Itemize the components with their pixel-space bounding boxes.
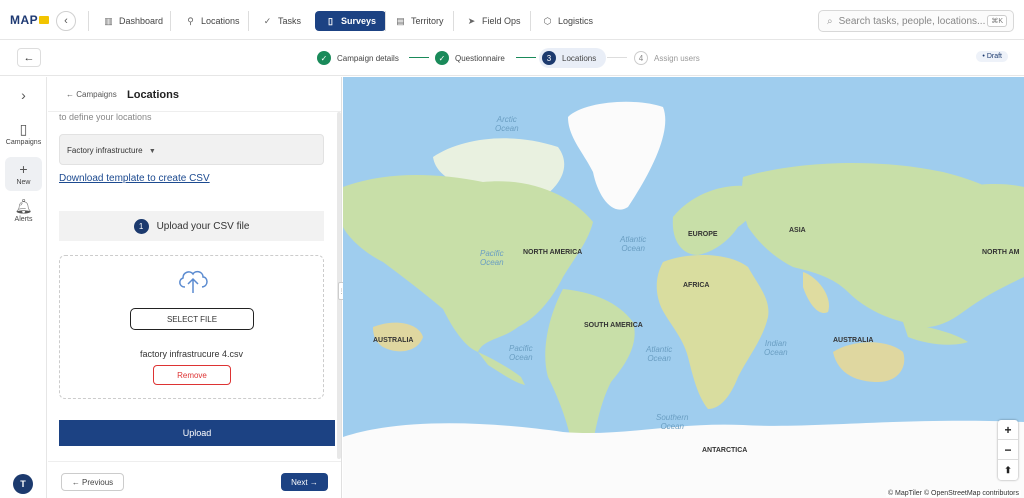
bar-chart-icon: ▥ bbox=[104, 15, 113, 26]
continent-label: ANTARCTICA bbox=[702, 447, 748, 454]
search-icon: ⌕ bbox=[827, 15, 833, 27]
box-icon: ⬡ bbox=[543, 15, 552, 26]
nav-logistics[interactable]: ⬡ Logistics bbox=[542, 12, 593, 30]
breadcrumb[interactable]: ← Campaigns bbox=[66, 90, 117, 99]
caret-down-icon: ▼ bbox=[148, 148, 156, 155]
nav-territory[interactable]: ▤ Territory bbox=[395, 12, 443, 30]
nav-tasks[interactable]: ✓ Tasks bbox=[262, 12, 301, 30]
category-select[interactable]: Factory infrastructure ▼ bbox=[59, 134, 324, 165]
cloud-upload-icon bbox=[179, 270, 208, 293]
plus-icon: + bbox=[19, 161, 28, 177]
continent-label: NORTH AMERICA bbox=[523, 249, 583, 256]
select-file-button[interactable]: SELECT FILE bbox=[130, 308, 254, 330]
divider bbox=[170, 11, 171, 31]
selected-file-name: factory infrastrucure 4.csv bbox=[139, 349, 244, 359]
nav-dashboard[interactable]: ▥ Dashboard bbox=[103, 12, 163, 30]
continent-label: AUSTRALIA bbox=[373, 337, 414, 344]
australia-shape bbox=[833, 342, 905, 382]
wizard-stepper: ← ✓ Campaign details ✓ Questionnaire 3 Loca… bbox=[0, 40, 1024, 76]
avatar[interactable]: T bbox=[13, 474, 33, 494]
page-title: Locations bbox=[127, 89, 179, 101]
upload-button[interactable]: Upload bbox=[59, 420, 335, 446]
step-campaign-details[interactable]: ✓ Campaign details bbox=[317, 48, 399, 68]
step-connector bbox=[607, 57, 627, 58]
ocean-label: Atlantic Ocean bbox=[620, 235, 647, 253]
rail-alerts[interactable]: 🔔︎ Alerts bbox=[5, 198, 42, 226]
top-navigation-bar: MAP ‹ ▥ Dashboard ⚲ Locations ✓ Tasks ▯ Surv… bbox=[0, 0, 1024, 40]
back-button[interactable]: ← bbox=[17, 48, 41, 67]
continent-label: NORTH AM bbox=[982, 249, 1020, 256]
world-map[interactable]: Arctic Ocean Pacific Ocean Atlantic Ocean P… bbox=[343, 77, 1024, 498]
left-rail: › ▯ Campaigns + New 🔔︎ Alerts T bbox=[0, 77, 47, 498]
remove-file-button[interactable]: Remove bbox=[153, 365, 231, 385]
clipboard-icon: ▯ bbox=[328, 15, 333, 26]
greenland-shape bbox=[568, 101, 666, 210]
rail-new[interactable]: + New bbox=[5, 157, 42, 191]
ocean-label: Arctic Ocean bbox=[495, 115, 519, 133]
ocean-label: Atlantic Ocean bbox=[646, 345, 673, 363]
panel-footer: ← Previous Next → bbox=[48, 461, 341, 498]
nav-locations[interactable]: ⚲ Locations bbox=[185, 12, 239, 30]
pin-icon: ⚲ bbox=[187, 15, 194, 26]
helper-text: to define your locations bbox=[59, 112, 152, 122]
step-connector bbox=[409, 57, 429, 58]
divider bbox=[453, 11, 454, 31]
step-questionnaire[interactable]: ✓ Questionnaire bbox=[435, 48, 505, 68]
check-icon: ✓ bbox=[263, 15, 272, 26]
locations-panel: to define your locations ← Campaigns Loc… bbox=[48, 77, 342, 498]
antarctica-shape bbox=[343, 420, 1024, 498]
chevron-right-icon: › bbox=[21, 87, 26, 103]
ocean-label: Pacific Ocean bbox=[480, 249, 504, 267]
collapse-sidebar-button[interactable]: ‹ bbox=[56, 11, 76, 31]
divider bbox=[88, 11, 89, 31]
download-template-link[interactable]: Download template to create CSV bbox=[59, 173, 210, 184]
zoom-out-button[interactable]: − bbox=[998, 440, 1018, 460]
ocean-label: Indian Ocean bbox=[764, 339, 788, 357]
bell-icon: 🔔︎ bbox=[14, 198, 33, 214]
step-connector bbox=[516, 57, 536, 58]
rail-campaigns[interactable]: ▯ Campaigns bbox=[5, 121, 42, 151]
arrow-left-icon: ← bbox=[23, 51, 35, 64]
map-icon: ▤ bbox=[396, 15, 405, 26]
upload-step-header: 1 Upload your CSV file bbox=[59, 211, 324, 241]
send-icon: ➤ bbox=[467, 15, 476, 26]
global-search-input[interactable]: ⌕ Search tasks, people, locations... ⌘K bbox=[818, 10, 1014, 32]
divider bbox=[530, 11, 531, 31]
app-logo[interactable]: MAP bbox=[10, 13, 50, 27]
expand-rail-button[interactable]: › bbox=[5, 87, 42, 105]
nav-field-ops[interactable]: ➤ Field Ops bbox=[466, 12, 521, 30]
step-locations[interactable]: 3 Locations bbox=[539, 48, 607, 68]
status-badge: • Draft bbox=[976, 51, 1008, 62]
check-circle-icon: ✓ bbox=[435, 51, 449, 65]
continent-label: ASIA bbox=[789, 227, 806, 234]
africa-shape bbox=[656, 255, 769, 409]
step-number-badge: 1 bbox=[133, 218, 149, 234]
continent-label: SOUTH AMERICA bbox=[584, 322, 643, 329]
compass-icon[interactable]: ⬆ bbox=[998, 460, 1018, 480]
next-button[interactable]: Next → bbox=[281, 473, 328, 491]
map-attribution[interactable]: © MapTiler © OpenStreetMap contributors bbox=[885, 490, 1021, 497]
continent-label: AUSTRALIA bbox=[833, 337, 874, 344]
zoom-controls: + − ⬆ bbox=[998, 420, 1018, 480]
previous-button[interactable]: ← Previous bbox=[61, 473, 124, 491]
chevron-left-icon: ‹ bbox=[64, 15, 68, 27]
ocean-label: Southern Ocean bbox=[656, 413, 689, 431]
divider bbox=[385, 11, 386, 31]
continent-label: AFRICA bbox=[683, 282, 710, 289]
ocean-label: Pacific Ocean bbox=[509, 344, 533, 362]
clipboard-icon: ▯ bbox=[19, 121, 28, 137]
nav-surveys[interactable]: ▯ Surveys bbox=[315, 11, 387, 31]
shortcut-hint: ⌘K bbox=[987, 15, 1007, 27]
step-assign-users[interactable]: 4 Assign users bbox=[634, 48, 700, 68]
panel-header: ← Campaigns Locations bbox=[48, 77, 341, 112]
continent-label: EUROPE bbox=[688, 231, 718, 238]
india-shape bbox=[803, 272, 829, 313]
divider bbox=[248, 11, 249, 31]
zoom-in-button[interactable]: + bbox=[998, 420, 1018, 440]
file-dropzone[interactable]: SELECT FILE factory infrastrucure 4.csv … bbox=[59, 255, 324, 399]
check-circle-icon: ✓ bbox=[317, 51, 331, 65]
